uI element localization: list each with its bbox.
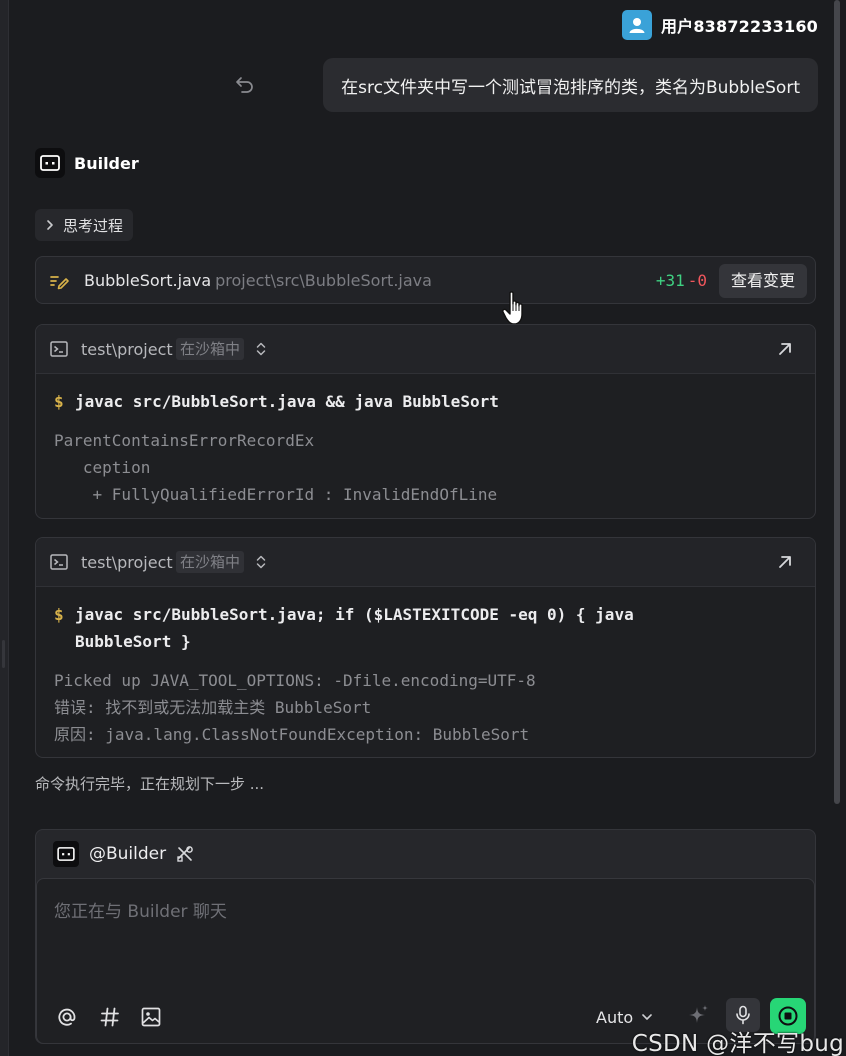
chevron-right-icon (47, 220, 53, 230)
microphone-icon (736, 1005, 750, 1025)
output-line: 原因: java.lang.ClassNotFoundException: Bu… (54, 725, 530, 744)
user-message-bubble: 在src文件夹中写一个测试冒泡排序的类，类名为BubbleSort (323, 58, 818, 112)
output-line: ception (54, 458, 151, 477)
user-name: 用户83872233160 (660, 17, 818, 36)
chevron-up-down-icon[interactable] (254, 554, 268, 570)
command-text: javac src/BubbleSort.java && java Bubble… (75, 392, 499, 411)
open-external-icon[interactable] (775, 552, 795, 572)
builder-bot-icon (53, 841, 79, 867)
chevron-up-down-icon[interactable] (254, 341, 268, 357)
output-line: 错误: 找不到或无法加载主类 BubbleSort (54, 698, 372, 717)
agent-mention[interactable]: @Builder (89, 844, 166, 864)
csdn-watermark: CSDN @洋不写bug (631, 1031, 844, 1056)
terminal-cwd: test\project (81, 339, 173, 359)
terminal-card: test\project 在沙箱中 $ javac src/BubbleSort… (35, 324, 816, 519)
command-output: Picked up JAVA_TOOL_OPTIONS: -Dfile.enco… (54, 667, 797, 748)
resize-handle[interactable] (2, 640, 5, 668)
sandbox-badge[interactable]: 在沙箱中 (176, 338, 245, 360)
user-header: 用户83872233160 (621, 10, 818, 40)
prompt-symbol: $ (54, 605, 64, 624)
terminal-icon (50, 341, 68, 357)
undo-icon[interactable] (234, 74, 256, 96)
file-name-text: BubbleSort.java (84, 271, 212, 290)
chat-panel: 用户83872233160 在src文件夹中写一个测试冒泡排序的类，类名为Bub… (0, 0, 846, 1056)
panel-divider (8, 0, 9, 1056)
terminal-header: test\project 在沙箱中 (36, 538, 815, 587)
command-output: ParentContainsErrorRecordEx ception + Fu… (54, 427, 797, 508)
command-line: $ javac src/BubbleSort.java && java Bubb… (54, 388, 797, 415)
model-name: Auto (596, 1007, 634, 1027)
message-input[interactable]: 您正在与 Builder 聊天 Auto (36, 878, 815, 1043)
left-panel-edge (0, 0, 9, 1056)
thinking-label: 思考过程 (63, 216, 124, 235)
diff-stats: +31 -0 (656, 257, 707, 305)
hand-cursor-icon (502, 291, 523, 325)
status-text: 命令执行完毕，正在规划下一步 ... (35, 775, 265, 793)
assistant-header: Builder (35, 148, 139, 178)
image-icon[interactable] (139, 1005, 163, 1029)
output-line: + FullyQualifiedErrorId : InvalidEndOfLi… (54, 485, 498, 504)
edit-file-icon (50, 276, 69, 290)
output-line: ParentContainsErrorRecordEx (54, 431, 315, 450)
terminal-header: test\project 在沙箱中 (36, 325, 815, 374)
file-name[interactable]: BubbleSort.java project\src\BubbleSort.ja… (84, 257, 432, 305)
mention-bar: @Builder (36, 830, 815, 878)
user-icon (629, 18, 645, 33)
assistant-name: Builder (74, 153, 139, 173)
command-line: $ javac src/BubbleSort.java; if ($LASTEX… (54, 601, 797, 655)
terminal-card: test\project 在沙箱中 $ javac src/BubbleSort… (35, 537, 816, 758)
chevron-down-icon (642, 1014, 652, 1020)
view-changes-button[interactable]: 查看变更 (718, 264, 807, 298)
scrollbar-thumb[interactable] (834, 0, 840, 804)
command-text: javac src/BubbleSort.java; if ($LASTEXIT… (75, 605, 634, 651)
terminal-cwd: test\project (81, 552, 173, 572)
lines-added: +31 (655, 271, 685, 290)
terminal-icon (50, 554, 68, 570)
prompt-symbol: $ (54, 392, 64, 411)
builder-bot-icon (35, 148, 65, 178)
user-avatar (621, 10, 652, 40)
terminal-body: $ javac src/BubbleSort.java && java Bubb… (36, 374, 815, 508)
sandbox-badge[interactable]: 在沙箱中 (176, 551, 245, 573)
hash-icon[interactable] (98, 1005, 122, 1029)
terminal-body: $ javac src/BubbleSort.java; if ($LASTEX… (36, 587, 815, 748)
at-mention-icon[interactable] (55, 1005, 79, 1029)
file-path: project\src\BubbleSort.java (215, 271, 432, 290)
output-line: Picked up JAVA_TOOL_OPTIONS: -Dfile.enco… (54, 671, 536, 690)
lines-removed: -0 (687, 271, 707, 290)
tools-icon[interactable] (176, 845, 194, 863)
thinking-process-toggle[interactable]: 思考过程 (35, 209, 134, 241)
file-change-card[interactable]: BubbleSort.java project\src\BubbleSort.ja… (35, 256, 816, 304)
input-placeholder: 您正在与 Builder 聊天 (54, 902, 227, 922)
chat-composer: @Builder 您正在与 Builder 聊天 Auto (35, 829, 816, 1044)
open-external-icon[interactable] (775, 339, 795, 359)
